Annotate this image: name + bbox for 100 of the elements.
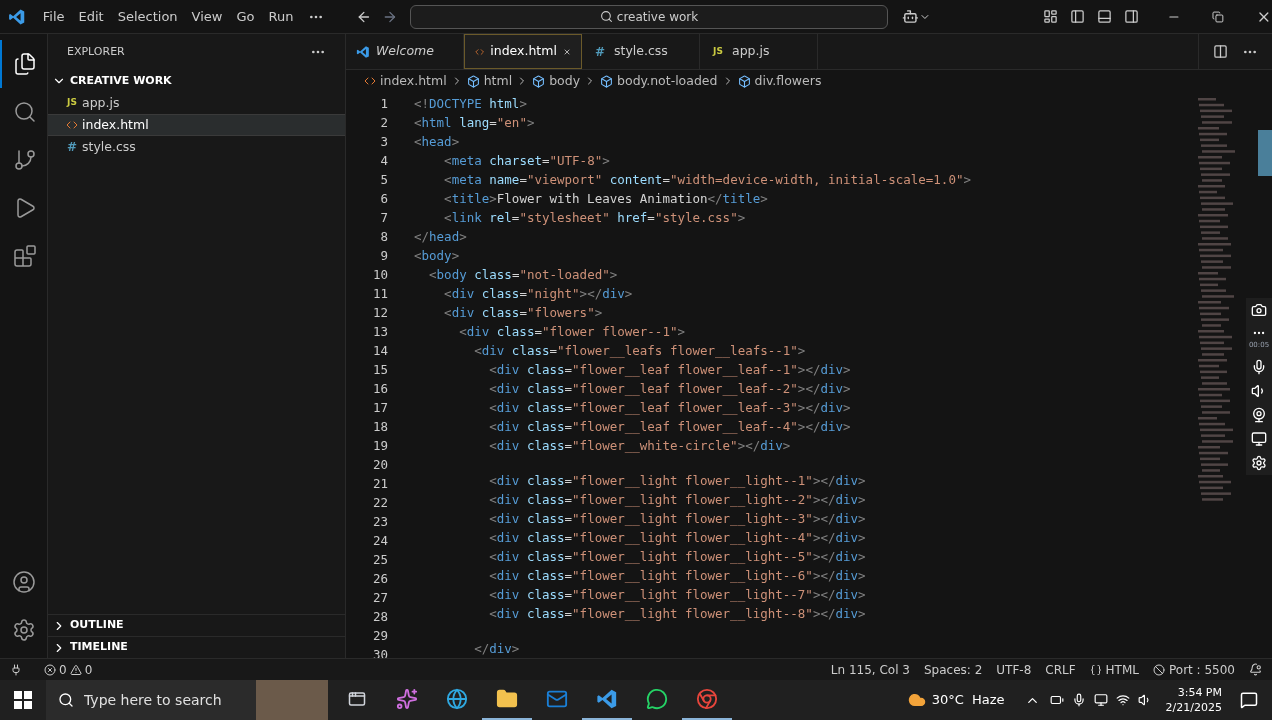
- line-number: 5: [380, 171, 388, 189]
- sidebar-toggle-icon[interactable]: [1069, 9, 1085, 24]
- editor-tab[interactable]: JS app.js: [700, 34, 818, 69]
- code-line: <div class="flower__light flower__light--7"></div>: [488, 587, 866, 602]
- sparkle-icon[interactable]: [396, 688, 418, 710]
- code-line: <head>: [414, 134, 460, 149]
- code-editor-icon[interactable]: [596, 688, 618, 710]
- search-input[interactable]: Type here to search: [84, 689, 234, 711]
- webcam-icon[interactable]: [1251, 406, 1267, 423]
- code-line: <div class="flower__light flower__light--1"></div>: [488, 473, 866, 488]
- breadcrumb-item[interactable]: body.not-loaded: [600, 71, 718, 91]
- code-line: <div class="flower__light flower__light--8"></div>: [488, 606, 866, 621]
- settings-icon[interactable]: [1251, 454, 1267, 471]
- language-mode[interactable]: HTML: [1089, 660, 1139, 679]
- code-line: <div class="flower flower--1">: [458, 324, 685, 339]
- breadcrumb-item[interactable]: html: [466, 71, 513, 91]
- line-number: 13: [372, 323, 388, 341]
- braces-icon: [1089, 663, 1102, 676]
- wifi-icon[interactable]: [1115, 693, 1130, 707]
- line-ending[interactable]: CRLF: [1045, 660, 1076, 679]
- breadcrumb-item[interactable]: body: [532, 71, 581, 91]
- folder-header[interactable]: CREATIVE WORK: [48, 70, 345, 92]
- account-icon[interactable]: [11, 570, 36, 594]
- code-line: <body>: [414, 248, 460, 263]
- folder-icon[interactable]: [496, 688, 518, 710]
- line-number: 9: [380, 247, 388, 265]
- encoding[interactable]: UTF-8: [996, 660, 1032, 679]
- code-line: <div class="flower__light flower__light--4"></div>: [488, 530, 866, 545]
- cube-icon: [600, 74, 614, 88]
- live-server-port[interactable]: Port : 5500: [1153, 660, 1235, 679]
- menu-item[interactable]: View: [184, 6, 230, 27]
- line-number: 12: [372, 304, 388, 322]
- line-number: 15: [372, 361, 388, 379]
- line-number: 27: [372, 589, 388, 607]
- taskbar-search-field[interactable]: Type here to search: [46, 680, 256, 720]
- problems-indicator[interactable]: 0 0: [44, 660, 93, 679]
- browser-icon[interactable]: [696, 688, 718, 710]
- weather-icon[interactable]: [907, 691, 926, 709]
- battery-icon[interactable]: [1049, 693, 1064, 707]
- line-number: 24: [372, 532, 388, 550]
- menu-item[interactable]: Go: [229, 6, 262, 27]
- explorer-entry[interactable]: JS app.js: [48, 92, 345, 114]
- code-line: </div>: [473, 641, 520, 656]
- menu-item[interactable]: Run: [261, 6, 301, 27]
- microphone-icon[interactable]: [1251, 358, 1267, 375]
- notification-bell-icon[interactable]: [1249, 663, 1262, 676]
- camera-icon[interactable]: [1251, 302, 1267, 318]
- line-number: 25: [372, 551, 388, 569]
- browser-icon[interactable]: [446, 688, 468, 710]
- windows-start-icon[interactable]: [14, 691, 32, 709]
- split-editor-icon[interactable]: [1213, 44, 1228, 59]
- robot-icon[interactable]: [902, 8, 919, 25]
- clock-time[interactable]: 3:54 PM: [1177, 685, 1222, 700]
- line-number: 10: [372, 266, 388, 284]
- restore-icon[interactable]: [1212, 10, 1225, 23]
- breadcrumb-item[interactable]: index.html: [364, 71, 447, 91]
- weather-text[interactable]: 30°C Haze: [931, 690, 1005, 710]
- mail-icon[interactable]: [546, 688, 568, 710]
- editor-tab[interactable]: index.html: [464, 34, 582, 69]
- html-file-icon: [64, 119, 80, 131]
- command-center-field[interactable]: creative work: [409, 4, 888, 29]
- task-view-icon[interactable]: [348, 690, 366, 708]
- panel-toggle-icon[interactable]: [1096, 9, 1112, 24]
- line-number: 21: [372, 475, 388, 493]
- command-center-text: creative work: [616, 8, 699, 26]
- indentation[interactable]: Spaces: 2: [924, 660, 983, 679]
- settings-icon[interactable]: [11, 618, 36, 642]
- code-line: <div class="flower__light flower__light--2"></div>: [488, 492, 866, 507]
- scrollbar-thumb[interactable]: [1258, 130, 1272, 176]
- sidebar-title: EXPLORER: [67, 43, 125, 60]
- js-file-icon: JS: [710, 44, 726, 59]
- cube-icon: [532, 74, 546, 88]
- editor-tab[interactable]: # style.css: [582, 34, 700, 69]
- secondary-sidebar-toggle-icon[interactable]: [1123, 9, 1139, 24]
- remote-icon[interactable]: [10, 663, 22, 676]
- chat-icon[interactable]: [646, 688, 668, 710]
- code-line: <!DOCTYPE html>: [414, 96, 527, 111]
- cube-icon: [466, 74, 480, 88]
- code-line: <div class="flower__leaf flower__leaf--4"></div>: [488, 419, 851, 434]
- explorer-entry[interactable]: index.html: [48, 114, 345, 136]
- notification-icon[interactable]: [1240, 691, 1258, 709]
- menu-item[interactable]: Selection: [110, 6, 185, 27]
- photo-placeholder: [256, 680, 328, 720]
- line-number: 1: [380, 95, 388, 113]
- microphone-icon[interactable]: [1071, 693, 1086, 707]
- breadcrumb-item[interactable]: div.flowers: [737, 71, 822, 91]
- display-icon[interactable]: [1093, 693, 1108, 707]
- layout-icon[interactable]: [1042, 9, 1058, 24]
- clock-date[interactable]: 2/21/2025: [1165, 700, 1222, 715]
- screen-icon[interactable]: [1251, 430, 1267, 447]
- code-line: <div class="flower__leaf flower__leaf--1"></div>: [488, 362, 851, 377]
- menu-item[interactable]: Edit: [71, 6, 111, 27]
- line-number: 18: [372, 418, 388, 436]
- vscode-logo-icon: [356, 44, 370, 59]
- cursor-position[interactable]: Ln 115, Col 3: [830, 660, 910, 679]
- menu-item[interactable]: File: [35, 6, 72, 27]
- js-file-icon: JS: [64, 96, 80, 110]
- vscode-logo-icon: [8, 7, 26, 26]
- section-header[interactable]: OUTLINE: [48, 614, 345, 636]
- explorer-entry[interactable]: # style.css: [48, 136, 345, 158]
